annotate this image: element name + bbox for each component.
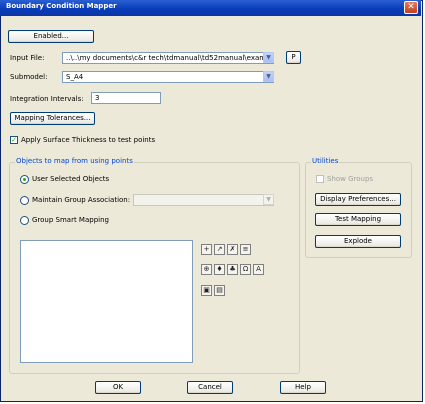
utilities-group-title: Utilities xyxy=(311,157,340,165)
p-button[interactable]: P xyxy=(286,51,301,64)
radio-group-smart-mapping[interactable] xyxy=(20,216,29,225)
radio-user-selected-objects-label: User Selected Objects xyxy=(32,175,110,183)
window-title: Boundary Condition Mapper xyxy=(6,2,117,10)
close-button[interactable]: ✕ xyxy=(404,1,418,14)
radio-maintain-group-association-label: Maintain Group Association: xyxy=(32,196,131,204)
mapping-tolerances-button[interactable]: Mapping Tolerances... xyxy=(10,112,95,125)
submodel-label: Submodel: xyxy=(10,73,48,81)
apply-surface-checkbox[interactable]: ✓ xyxy=(10,136,18,144)
group-association-select[interactable] xyxy=(133,194,274,206)
integration-intervals-input[interactable]: 3 xyxy=(91,92,161,104)
show-groups-checkbox[interactable] xyxy=(316,175,324,183)
submodel-value: S_A4 xyxy=(66,73,84,81)
input-file-label: Input File: xyxy=(10,54,45,62)
test-mapping-button[interactable]: Test Mapping xyxy=(315,213,401,226)
add-object-icon[interactable]: + xyxy=(201,244,212,255)
remove-object-icon[interactable]: ✗ xyxy=(227,244,238,255)
group-association-dropdown-arrow-icon[interactable]: ▼ xyxy=(263,194,274,205)
integration-intervals-label: Integration Intervals: xyxy=(10,95,84,103)
zoom-object-icon[interactable]: ⊕ xyxy=(201,264,212,275)
radio-user-selected-objects[interactable] xyxy=(20,175,29,184)
apply-surface-label: Apply Surface Thickness to test points xyxy=(21,136,156,144)
display-preferences-button[interactable]: Display Preferences... xyxy=(315,193,401,206)
cancel-button[interactable]: Cancel xyxy=(187,381,233,394)
radio-group-smart-mapping-label: Group Smart Mapping xyxy=(32,216,109,224)
isolate-object-icon[interactable]: Ω xyxy=(240,264,251,275)
integration-intervals-value: 3 xyxy=(95,94,100,102)
help-button[interactable]: Help xyxy=(280,381,326,394)
submodel-dropdown-arrow-icon[interactable]: ▼ xyxy=(263,71,274,82)
filter-object-icon[interactable]: ♣ xyxy=(227,264,238,275)
objects-listbox[interactable] xyxy=(20,240,193,363)
list-objects-icon[interactable]: ≡ xyxy=(240,244,251,255)
ok-button[interactable]: OK xyxy=(95,381,141,394)
annotate-object-icon[interactable]: A xyxy=(253,264,264,275)
input-file-field[interactable]: ..\..\my documents\c&r tech\tdmanual\td5… xyxy=(62,52,274,64)
radio-maintain-group-association[interactable] xyxy=(20,196,29,205)
submodel-select[interactable]: S_A4 xyxy=(62,71,274,83)
select-arrow-icon[interactable]: ↗ xyxy=(214,244,225,255)
hide-object-icon[interactable]: ▤ xyxy=(214,285,225,296)
input-file-dropdown-arrow-icon[interactable]: ▼ xyxy=(263,52,274,63)
show-object-icon[interactable]: ▣ xyxy=(201,285,212,296)
input-file-value: ..\..\my documents\c&r tech\tdmanual\td5… xyxy=(66,54,274,62)
highlight-object-icon[interactable]: ♦ xyxy=(214,264,225,275)
enabled-button[interactable]: Enabled... xyxy=(8,30,94,43)
show-groups-label: Show Groups xyxy=(327,175,374,183)
objects-group-title: Objects to map from using points xyxy=(15,157,134,165)
explode-button[interactable]: Explode xyxy=(315,235,401,248)
